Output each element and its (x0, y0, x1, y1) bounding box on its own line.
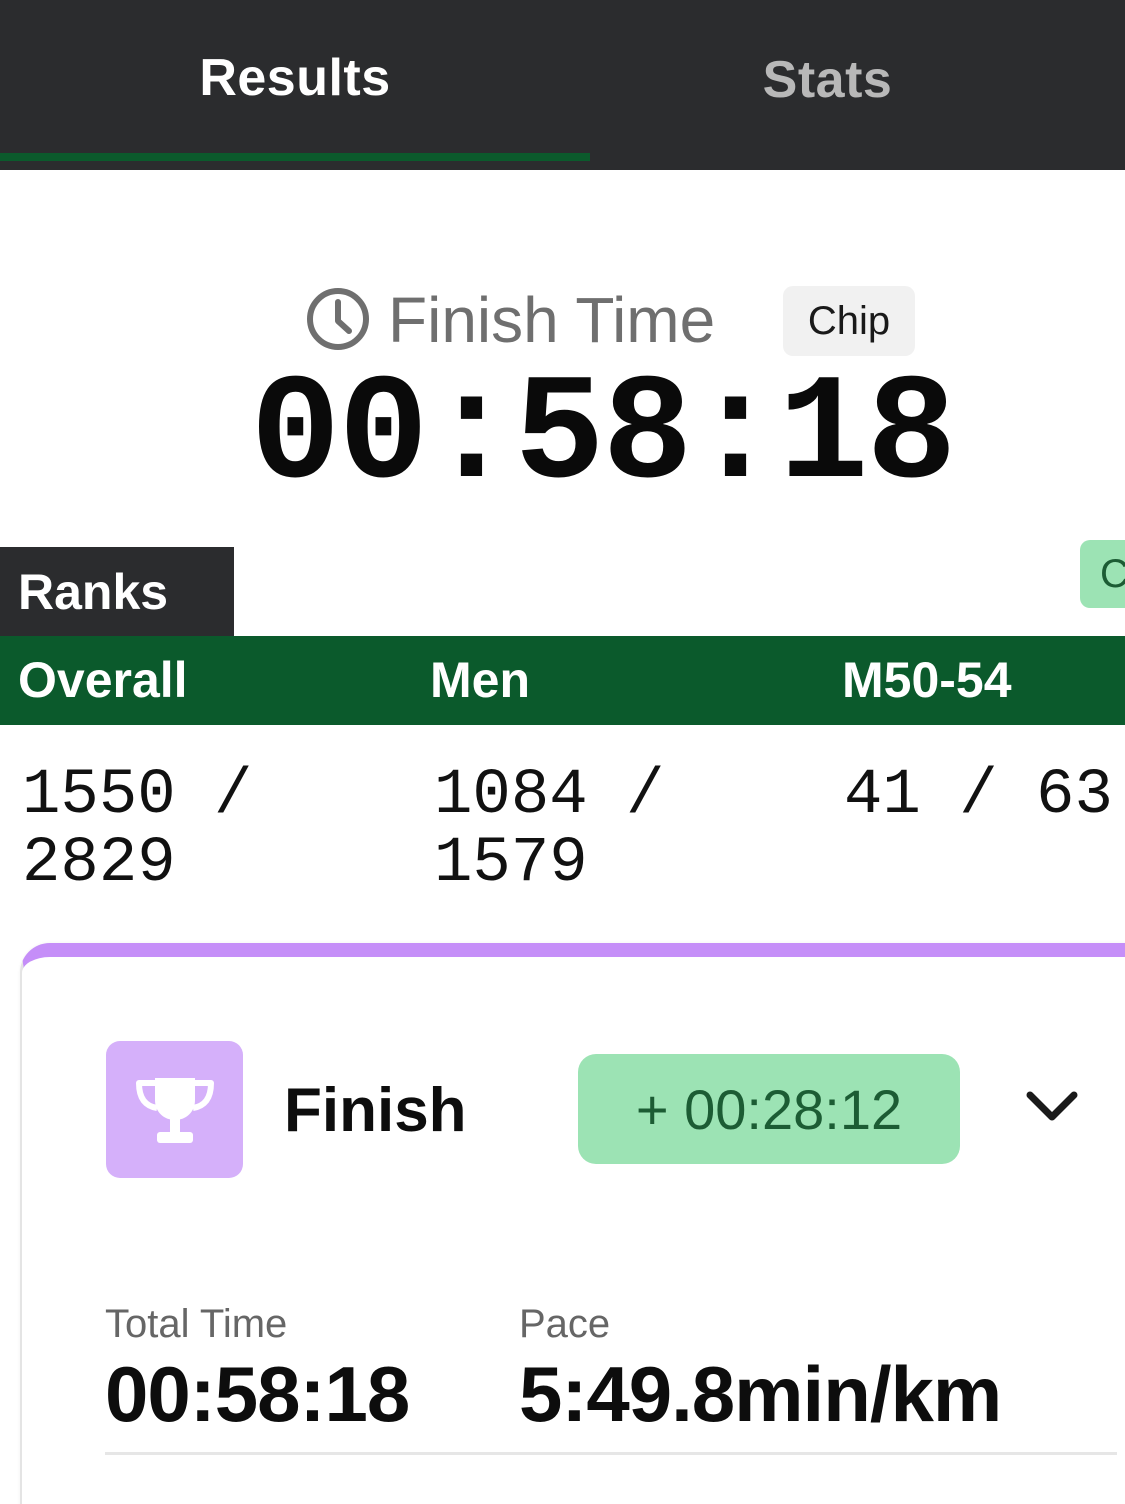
pace-label: Pace (519, 1302, 611, 1346)
rank-header-overall: Overall (18, 652, 188, 708)
split-delta-badge: + 00:28:12 (578, 1054, 960, 1164)
rank-value-men: 1084 / 1579 (434, 760, 665, 900)
clock-icon (307, 288, 369, 350)
rank-value-overall: 1550 / 2829 (22, 760, 253, 900)
finish-time-label: Finish Time (388, 284, 716, 356)
rank-header-men: Men (430, 652, 530, 708)
ranks-header-row: Overall Men M50-54 (0, 636, 1125, 725)
ranks-title: Ranks (0, 547, 234, 637)
total-time-label: Total Time (105, 1302, 288, 1346)
split-name: Finish (284, 1076, 467, 1145)
tab-stats[interactable]: Stats (590, 0, 1125, 160)
chevron-down-icon[interactable] (1022, 1085, 1082, 1129)
rank-header-age-group: M50-54 (842, 652, 1012, 708)
finish-time-value: 00:58:18 (250, 352, 956, 522)
pace-value: 5:49.8min/km (519, 1350, 1002, 1438)
timing-type-badge: Chip (783, 286, 915, 356)
tab-results[interactable]: Results (0, 0, 590, 160)
card-divider (105, 1452, 1117, 1455)
offscreen-pill[interactable]: C (1080, 540, 1125, 608)
split-icon-box (106, 1041, 243, 1178)
rank-value-age-group: 41 / 63 (844, 760, 1113, 832)
trophy-icon (135, 1077, 214, 1143)
results-page: Results Stats Finish Time Chip 00:58:18 … (0, 0, 1125, 1504)
total-time-value: 00:58:18 (105, 1350, 410, 1438)
finish-time-header: Finish Time Chip (0, 280, 1125, 360)
split-card: Finish + 00:28:12 Total Time 00:58:18 Pa… (20, 943, 1125, 1504)
tab-bar: Results Stats (0, 0, 1125, 170)
active-tab-indicator (0, 153, 590, 161)
